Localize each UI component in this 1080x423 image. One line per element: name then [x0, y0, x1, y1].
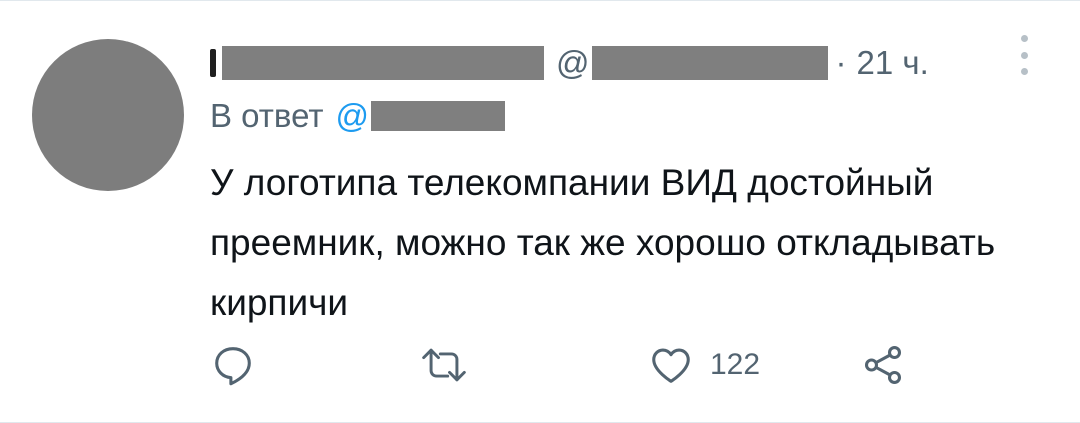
more-vertical-icon — [1020, 35, 1028, 42]
reply-handle-link[interactable]: @ — [335, 97, 369, 135]
handle-prefix[interactable]: @ — [556, 44, 590, 82]
share-button[interactable] — [860, 337, 906, 393]
retweet-button[interactable] — [420, 337, 468, 393]
handle-redacted[interactable] — [591, 46, 828, 80]
more-dot — [1020, 51, 1028, 59]
retweet-icon — [422, 348, 466, 382]
tweet-header: @ · 21 ч. — [210, 41, 929, 85]
action-bar: 122 — [210, 337, 930, 393]
like-button[interactable]: 122 — [648, 337, 760, 393]
more-dot — [1020, 68, 1028, 75]
avatar[interactable] — [32, 39, 184, 191]
comment-icon — [215, 347, 251, 386]
timestamp[interactable]: 21 ч. — [857, 44, 929, 82]
display-name-fragment[interactable] — [210, 49, 216, 77]
reply-handle-prefix: @ — [335, 97, 369, 134]
tweet-card[interactable]: @ · 21 ч. В ответ @ У логотипа телекомпа… — [0, 0, 1080, 423]
reply-button[interactable] — [210, 337, 256, 393]
reply-handle-redacted[interactable] — [370, 101, 505, 131]
like-count: 122 — [710, 348, 761, 381]
tweet-text: У логотипа телекомпании ВИД достойный пр… — [210, 162, 996, 323]
share-icon — [864, 346, 902, 384]
display-name-redacted[interactable] — [222, 46, 544, 80]
more-options-button[interactable] — [1014, 35, 1034, 75]
reply-prefix: В ответ — [210, 97, 324, 134]
separator: · — [835, 44, 847, 81]
heart-icon — [652, 348, 690, 383]
reply-context: В ответ @ — [210, 95, 505, 137]
